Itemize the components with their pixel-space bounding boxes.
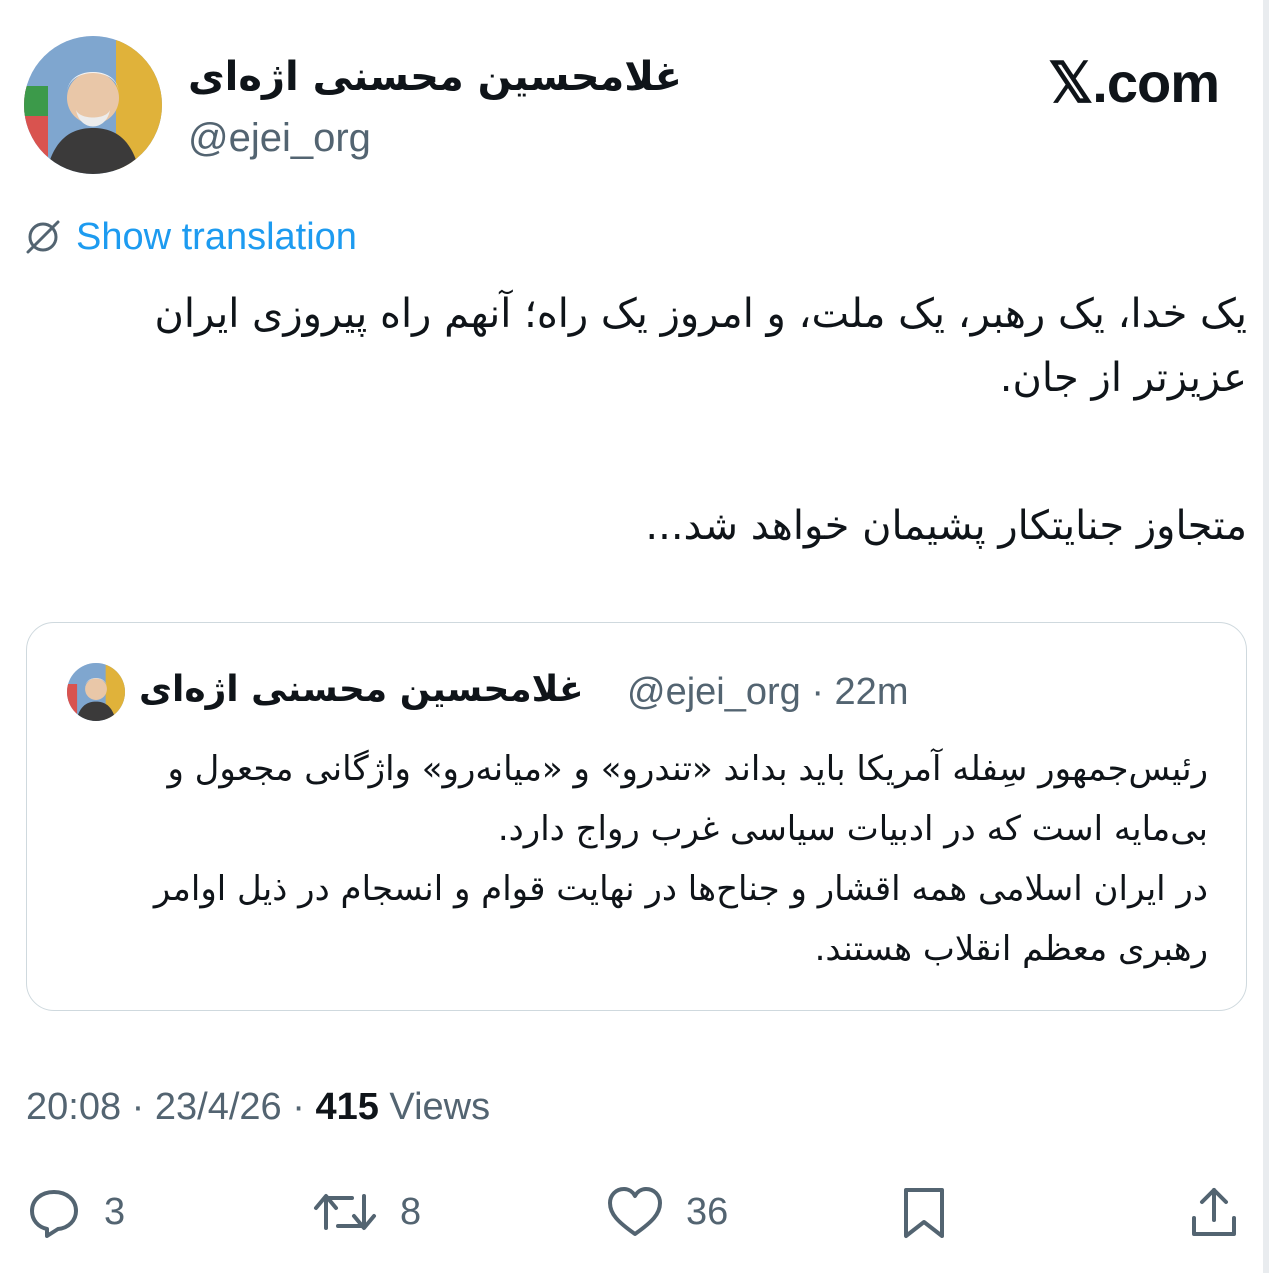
show-translation-label: Show translation: [76, 215, 357, 258]
quoted-tweet-text: رئیس‌جمهور سِفله آمریکا باید بداند «تندر…: [78, 739, 1208, 979]
quoted-author-name: غلامحسین محسنی اژه‌ای: [139, 669, 584, 710]
quoted-author-avatar: [67, 663, 125, 721]
quoted-handle-time: @ejei_org · 22m: [627, 671, 909, 713]
avatar-image: [24, 36, 162, 174]
author-name[interactable]: غلامحسین محسنی اژه‌ای: [188, 54, 682, 100]
repost-count: 8: [400, 1190, 422, 1233]
show-translation-link[interactable]: Show translation: [24, 212, 357, 262]
reply-button[interactable]: 3: [26, 1180, 125, 1244]
avatar-image: [67, 663, 125, 721]
like-count: 36: [686, 1190, 729, 1233]
bookmark-icon: [904, 1188, 944, 1238]
views-count: 415: [315, 1086, 379, 1128]
repost-icon: [314, 1194, 376, 1230]
bookmark-button[interactable]: [898, 1180, 950, 1244]
separator: ·: [131, 1086, 145, 1128]
quoted-paragraph: رئیس‌جمهور سِفله آمریکا باید بداند «تندر…: [167, 749, 1208, 849]
quoted-paragraph: در ایران اسلامی همه اقشار و جناح‌ها در ن…: [153, 869, 1208, 969]
separator: ·: [292, 1086, 305, 1128]
repost-button[interactable]: 8: [312, 1180, 421, 1244]
quoted-tweet[interactable]: غلامحسین محسنی اژه‌ای @ejei_org · 22m رئ…: [26, 622, 1247, 1011]
tweet-time[interactable]: 20:08: [26, 1086, 121, 1128]
author-handle[interactable]: @ejei_org: [188, 116, 371, 161]
tweet-meta: 20:08 · 23/4/26 · 415 Views: [26, 1086, 490, 1129]
share-button[interactable]: [1188, 1180, 1240, 1244]
reply-icon: [30, 1190, 78, 1238]
action-bar: 3 8 36: [0, 1180, 1269, 1244]
tweet-paragraph: متجاوز جنایتکار پشیمان خواهد شد...: [645, 503, 1247, 549]
share-icon: [1192, 1188, 1236, 1236]
tweet-text: یک خدا، یک رهبر، یک ملت، و امروز یک راه؛…: [47, 282, 1247, 558]
views-label: Views: [389, 1086, 491, 1128]
author-avatar[interactable]: [24, 36, 162, 174]
heart-icon: [608, 1187, 662, 1236]
like-button[interactable]: 36: [606, 1180, 728, 1244]
tweet-paragraph: یک خدا، یک رهبر، یک ملت، و امروز یک راه؛…: [154, 291, 1247, 401]
reply-count: 3: [104, 1190, 126, 1233]
scrollbar[interactable]: [1263, 0, 1269, 1273]
tweet-date[interactable]: 23/4/26: [155, 1086, 282, 1128]
brand-logo: 𝕏.com: [1048, 51, 1220, 114]
tweet-header: غلامحسین محسنی اژه‌ای @ejei_org 𝕏.com: [24, 36, 1245, 176]
translate-icon: [26, 220, 60, 254]
